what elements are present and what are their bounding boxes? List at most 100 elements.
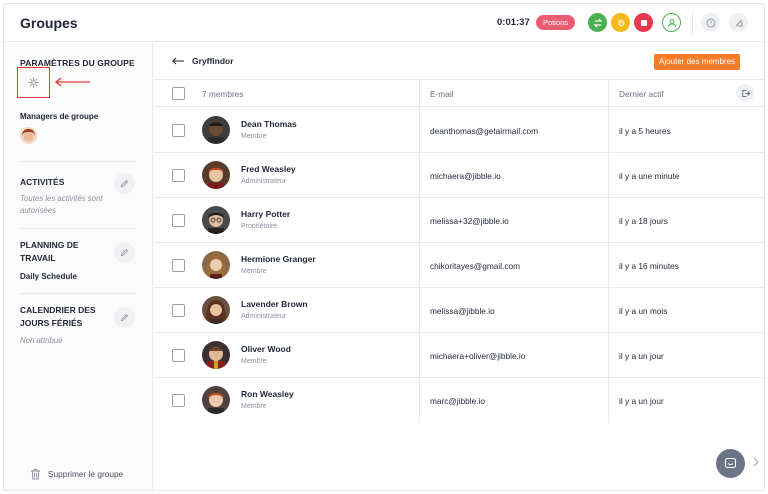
member-name[interactable]: Fred Weasley xyxy=(241,164,296,174)
member-last-active: il y a un mois xyxy=(619,306,668,316)
chat-support-button[interactable] xyxy=(716,449,745,478)
delete-group-button[interactable]: Supprimer le groupe xyxy=(30,468,123,480)
manager-avatar[interactable] xyxy=(20,127,37,144)
table-row[interactable]: Dean Thomas Membre deanthomas@getairmail… xyxy=(154,108,764,153)
row-checkbox[interactable] xyxy=(172,349,185,362)
select-all-checkbox[interactable] xyxy=(172,87,185,100)
page-title: Groupes xyxy=(20,15,78,31)
edit-schedule-button[interactable] xyxy=(114,242,135,263)
member-avatar xyxy=(202,116,230,144)
switch-activity-button[interactable] xyxy=(588,13,607,32)
column-divider xyxy=(608,108,609,153)
email-column-header[interactable]: E-mail xyxy=(430,89,454,99)
table-row[interactable]: Ron Weasley Membre marc@jibble.io il y a… xyxy=(154,378,764,423)
member-name[interactable]: Lavender Brown xyxy=(241,299,308,309)
member-last-active: il y a 5 heures xyxy=(619,126,671,136)
trash-icon xyxy=(31,469,40,480)
row-checkbox[interactable] xyxy=(172,394,185,407)
export-icon xyxy=(741,89,750,97)
row-checkbox[interactable] xyxy=(172,259,185,272)
column-divider xyxy=(608,378,609,423)
member-name[interactable]: Harry Potter xyxy=(241,209,290,219)
app-window: Groupes 0:01:37 Potions ? PARAMÈTRES DU … xyxy=(3,3,765,491)
table-row[interactable]: Lavender Brown Administrateur melissa@ji… xyxy=(154,288,764,333)
sidebar-divider xyxy=(20,293,136,294)
group-name: Gryffindor xyxy=(192,56,234,66)
header-divider xyxy=(692,10,693,35)
work-schedule-value[interactable]: Daily Schedule xyxy=(20,272,77,281)
column-divider xyxy=(608,80,609,108)
user-status-button[interactable] xyxy=(662,13,681,32)
user-icon xyxy=(667,18,676,27)
row-checkbox[interactable] xyxy=(172,214,185,227)
member-email: deanthomas@getairmail.com xyxy=(430,126,539,136)
member-email: melissa@jibble.io xyxy=(430,306,495,316)
member-role: Administrateur xyxy=(241,178,287,185)
pencil-icon xyxy=(120,248,129,257)
help-button[interactable]: ? xyxy=(701,13,720,32)
table-row[interactable]: Harry Potter Propriétaire melissa+32@jib… xyxy=(154,198,764,243)
member-role: Membre xyxy=(241,403,267,410)
member-name[interactable]: Oliver Wood xyxy=(241,344,291,354)
back-arrow-icon[interactable] xyxy=(171,57,185,65)
member-avatar xyxy=(202,341,230,369)
edit-activities-button[interactable] xyxy=(114,173,135,194)
column-divider xyxy=(608,333,609,378)
member-last-active: il y a un jour xyxy=(619,351,664,361)
group-settings-gear-highlight[interactable] xyxy=(17,67,50,98)
table-row[interactable]: Fred Weasley Administrateur michaera@jib… xyxy=(154,153,764,198)
export-button[interactable] xyxy=(736,84,754,102)
member-last-active: il y a 18 jours xyxy=(619,216,668,226)
stop-button[interactable] xyxy=(634,13,653,32)
column-divider xyxy=(419,108,420,153)
breadcrumb: Gryffindor xyxy=(171,56,234,66)
row-checkbox[interactable] xyxy=(172,124,185,137)
member-name[interactable]: Hermione Granger xyxy=(241,254,316,264)
member-name[interactable]: Ron Weasley xyxy=(241,389,294,399)
last-active-column-header[interactable]: Dernier actif xyxy=(619,89,664,99)
stop-icon xyxy=(640,19,647,26)
member-avatar xyxy=(202,206,230,234)
chevron-right-icon[interactable] xyxy=(752,457,760,467)
row-checkbox[interactable] xyxy=(172,169,185,182)
column-divider xyxy=(419,153,420,198)
member-avatar xyxy=(202,386,230,414)
table-row[interactable]: Oliver Wood Membre michaera+oliver@jibbl… xyxy=(154,333,764,378)
member-email: marc@jibble.io xyxy=(430,396,485,406)
group-members-panel: Gryffindor Ajouter des membres 7 membres… xyxy=(154,42,764,490)
activities-subtitle: Toutes les activités sont autorisées xyxy=(20,194,103,215)
holiday-calendar-subtitle: Non attribué xyxy=(20,336,63,345)
puzzle-icon xyxy=(735,19,742,26)
table-header: 7 membres E-mail Dernier actif xyxy=(154,79,764,108)
member-role: Administrateur xyxy=(241,313,287,320)
column-divider xyxy=(419,378,420,423)
gear-icon xyxy=(28,77,39,88)
column-divider xyxy=(608,288,609,333)
add-members-button[interactable]: Ajouter des membres xyxy=(654,54,741,70)
member-email: michaera@jibble.io xyxy=(430,171,501,181)
member-avatar xyxy=(202,296,230,324)
top-header: Groupes 0:01:37 Potions ? xyxy=(4,4,764,42)
member-email: chikoritayes@gmail.com xyxy=(430,261,521,271)
member-name[interactable]: Dean Thomas xyxy=(241,119,297,129)
column-divider xyxy=(608,198,609,243)
chat-icon xyxy=(724,457,737,469)
column-divider xyxy=(419,288,420,333)
sidebar-divider xyxy=(20,161,136,162)
edit-holiday-calendar-button[interactable] xyxy=(114,307,135,328)
break-button[interactable] xyxy=(611,13,630,32)
pencil-icon xyxy=(120,179,129,188)
current-activity-badge[interactable]: Potions xyxy=(536,15,576,30)
table-row[interactable]: Hermione Granger Membre chikoritayes@gma… xyxy=(154,243,764,288)
annotation-arrow-icon xyxy=(54,77,90,87)
member-role: Propriétaire xyxy=(241,223,278,230)
svg-text:?: ? xyxy=(709,21,712,27)
column-divider xyxy=(419,333,420,378)
column-divider xyxy=(608,153,609,198)
member-last-active: il y a une minute xyxy=(619,171,680,181)
row-checkbox[interactable] xyxy=(172,304,185,317)
member-email: michaera+oliver@jibble.io xyxy=(430,351,526,361)
column-divider xyxy=(419,198,420,243)
swap-icon xyxy=(593,18,602,27)
integrations-button[interactable] xyxy=(729,13,748,32)
